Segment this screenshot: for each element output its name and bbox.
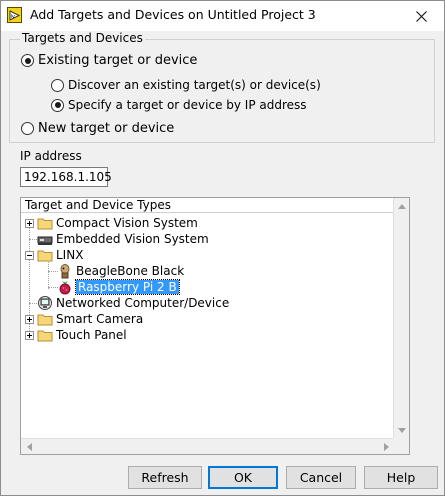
tree-item-label: Embedded Vision System <box>56 232 209 246</box>
help-button[interactable]: Help <box>364 466 438 489</box>
scroll-up-arrow-icon[interactable] <box>394 198 410 214</box>
radio-specify-label: Specify a target or device by IP address <box>68 98 307 112</box>
radio-existing-indicator[interactable] <box>21 54 34 67</box>
tree-item-compact-vision[interactable]: Compact Vision System <box>25 215 198 231</box>
expand-plus-icon[interactable] <box>25 218 34 228</box>
refresh-button[interactable]: Refresh <box>128 466 202 489</box>
radio-new-label: New target or device <box>38 121 175 136</box>
radio-new-target[interactable]: New target or device <box>21 121 174 136</box>
tree-item-label: Smart Camera <box>56 312 144 326</box>
window-title: Add Targets and Devices on Untitled Proj… <box>30 7 316 22</box>
tree-item-linx[interactable]: LINX <box>25 247 83 263</box>
network-computer-icon <box>37 295 53 311</box>
radio-specify-indicator[interactable] <box>51 98 64 112</box>
tree-item-smart-camera[interactable]: Smart Camera <box>25 311 143 327</box>
scroll-down-arrow-icon[interactable] <box>394 422 410 438</box>
raspberry-pi-icon <box>57 279 73 295</box>
scroll-right-arrow-icon[interactable] <box>378 439 394 455</box>
tree-item-networked-computer[interactable]: Networked Computer/Device <box>37 295 229 311</box>
ip-address-input[interactable]: 192.168.1.105 <box>20 167 112 187</box>
collapse-minus-icon[interactable] <box>25 250 34 260</box>
tree-item-label: LINX <box>56 248 84 262</box>
radio-existing-label: Existing target or device <box>38 53 198 68</box>
beaglebone-icon <box>57 263 73 279</box>
radio-discover[interactable]: Discover an existing target(s) or device… <box>51 78 321 92</box>
vertical-scrollbar[interactable] <box>393 198 409 438</box>
ip-address-label: IP address <box>20 149 82 163</box>
scroll-left-arrow-icon[interactable] <box>21 439 37 455</box>
close-icon[interactable] <box>399 1 444 31</box>
tree-item-embedded-vision[interactable]: Embedded Vision System <box>37 231 209 247</box>
target-type-tree[interactable]: Target and Device Types Compact Vision S… <box>20 197 410 455</box>
expand-plus-icon[interactable] <box>25 314 34 324</box>
svg-text:lv: lv <box>11 14 15 20</box>
folder-icon <box>37 247 53 263</box>
tree-item-label: Networked Computer/Device <box>56 296 230 310</box>
radio-discover-indicator[interactable] <box>51 78 64 92</box>
tree-connector <box>48 262 49 289</box>
radio-specify-ip[interactable]: Specify a target or device by IP address <box>51 98 307 112</box>
groupbox-label: Targets and Devices <box>20 31 145 45</box>
expand-plus-icon[interactable] <box>25 330 34 340</box>
dialog-window: lv Add Targets and Devices on Untitled P… <box>0 0 445 496</box>
folder-icon <box>37 327 53 343</box>
radio-discover-label: Discover an existing target(s) or device… <box>68 78 321 92</box>
labview-app-icon: lv <box>7 7 22 23</box>
tree-item-label: BeagleBone Black <box>76 264 185 278</box>
scrollbar-corner <box>393 438 409 454</box>
folder-icon <box>37 215 53 231</box>
ok-button[interactable]: OK <box>208 466 278 489</box>
device-box-icon <box>37 231 53 247</box>
radio-existing-target[interactable]: Existing target or device <box>21 53 197 68</box>
tree-item-beaglebone[interactable]: BeagleBone Black <box>57 263 184 279</box>
folder-icon <box>37 311 53 327</box>
horizontal-scrollbar[interactable] <box>21 438 394 454</box>
radio-new-indicator[interactable] <box>21 122 34 135</box>
tree-item-label: Touch Panel <box>56 328 127 342</box>
title-bar[interactable]: lv Add Targets and Devices on Untitled P… <box>1 1 444 31</box>
tree-header: Target and Device Types <box>21 198 394 213</box>
tree-item-raspberry-pi[interactable]: Raspberry Pi 2 B <box>57 279 180 295</box>
tree-item-touch-panel[interactable]: Touch Panel <box>25 327 127 343</box>
tree-item-label-selected: Raspberry Pi 2 B <box>75 279 180 295</box>
cancel-button[interactable]: Cancel <box>286 466 356 489</box>
tree-item-label: Compact Vision System <box>56 216 198 230</box>
